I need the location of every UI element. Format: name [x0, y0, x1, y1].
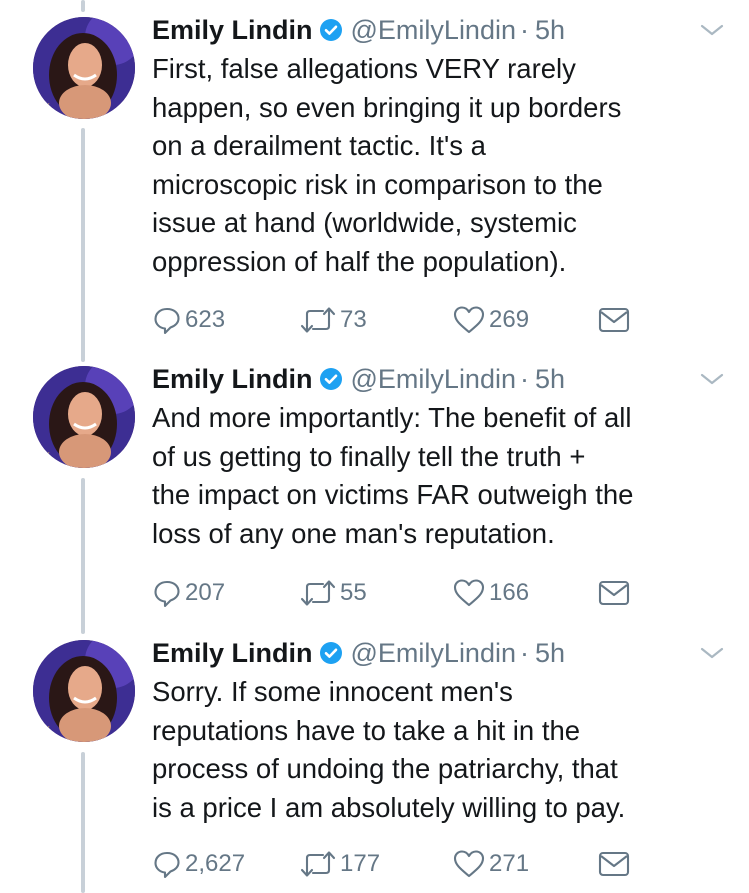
reply-button[interactable]: 207 — [152, 578, 225, 608]
separator: · — [519, 637, 529, 668]
separator: · — [519, 363, 529, 394]
handle[interactable]: @EmilyLindin — [351, 638, 516, 669]
dm-button[interactable] — [598, 849, 630, 879]
avatar[interactable]: alk — [33, 640, 135, 742]
envelope-icon — [598, 580, 630, 606]
retweet-button[interactable]: 177 — [299, 849, 380, 879]
display-name[interactable]: Emily Lindin — [152, 638, 313, 669]
avatar[interactable]: alk — [33, 17, 135, 119]
retweet-button[interactable]: 73 — [299, 305, 367, 335]
like-button[interactable]: 271 — [452, 849, 529, 879]
svg-text:alk: alk — [35, 101, 50, 112]
like-count: 166 — [489, 579, 530, 606]
chevron-down-icon[interactable] — [699, 22, 725, 38]
like-button[interactable]: 166 — [452, 578, 529, 608]
verified-badge-icon — [319, 368, 342, 390]
timestamp[interactable]: 5h — [535, 364, 565, 395]
like-count: 269 — [489, 306, 530, 333]
retweet-count: 55 — [340, 579, 367, 606]
heart-icon — [453, 306, 485, 334]
tweet[interactable]: alk Emily Lindin @EmilyLindin · 5h First… — [0, 0, 749, 345]
separator: · — [519, 14, 529, 45]
verified-badge-icon — [319, 19, 342, 41]
tweet[interactable]: alk Emily Lindin @EmilyLindin · 5h Sorry… — [0, 623, 749, 893]
verified-badge-icon — [319, 642, 342, 664]
svg-text:alk: alk — [35, 450, 50, 461]
reply-count: 623 — [185, 306, 226, 333]
reply-button[interactable]: 623 — [152, 305, 225, 335]
display-name[interactable]: Emily Lindin — [152, 15, 313, 46]
retweet-icon — [300, 580, 336, 606]
envelope-icon — [598, 307, 630, 333]
chevron-down-icon[interactable] — [699, 645, 725, 661]
handle[interactable]: @EmilyLindin — [351, 15, 516, 46]
like-button[interactable]: 269 — [452, 305, 529, 335]
reply-icon — [154, 580, 180, 608]
like-count: 271 — [489, 850, 530, 877]
heart-icon — [453, 579, 485, 607]
timestamp[interactable]: 5h — [535, 15, 565, 46]
dm-button[interactable] — [598, 578, 630, 608]
reply-icon — [154, 307, 180, 335]
reply-button[interactable]: 2,627 — [152, 849, 245, 879]
display-name[interactable]: Emily Lindin — [152, 364, 313, 395]
avatar-photo: alk — [33, 17, 135, 119]
retweet-icon — [300, 307, 336, 333]
heart-icon — [453, 850, 485, 878]
tweet-text: And more importantly: The benefit of all… — [152, 402, 634, 549]
avatar-photo: alk — [33, 366, 135, 468]
avatar[interactable]: alk — [33, 366, 135, 468]
chevron-down-icon[interactable] — [699, 371, 725, 387]
tweet-actions: 2,627 177 271 — [152, 849, 712, 879]
reply-count: 207 — [185, 579, 226, 606]
retweet-count: 73 — [340, 306, 367, 333]
timestamp[interactable]: 5h — [535, 638, 565, 669]
tweet-text: Sorry. If some innocent men's reputation… — [152, 676, 626, 823]
avatar-photo: alk — [33, 640, 135, 742]
retweet-count: 177 — [340, 850, 381, 877]
tweet-actions: 207 55 166 — [152, 578, 712, 608]
reply-icon — [154, 851, 180, 879]
tweet[interactable]: alk Emily Lindin @EmilyLindin · 5h And m… — [0, 349, 749, 619]
retweet-button[interactable]: 55 — [299, 578, 367, 608]
retweet-icon — [300, 851, 336, 877]
tweet-text: First, false allegations VERY rarely hap… — [152, 53, 622, 277]
envelope-icon — [598, 851, 630, 877]
svg-text:alk: alk — [35, 724, 50, 735]
dm-button[interactable] — [598, 305, 630, 335]
reply-count: 2,627 — [185, 850, 246, 877]
tweet-actions: 623 73 269 — [152, 305, 712, 335]
handle[interactable]: @EmilyLindin — [351, 364, 516, 395]
